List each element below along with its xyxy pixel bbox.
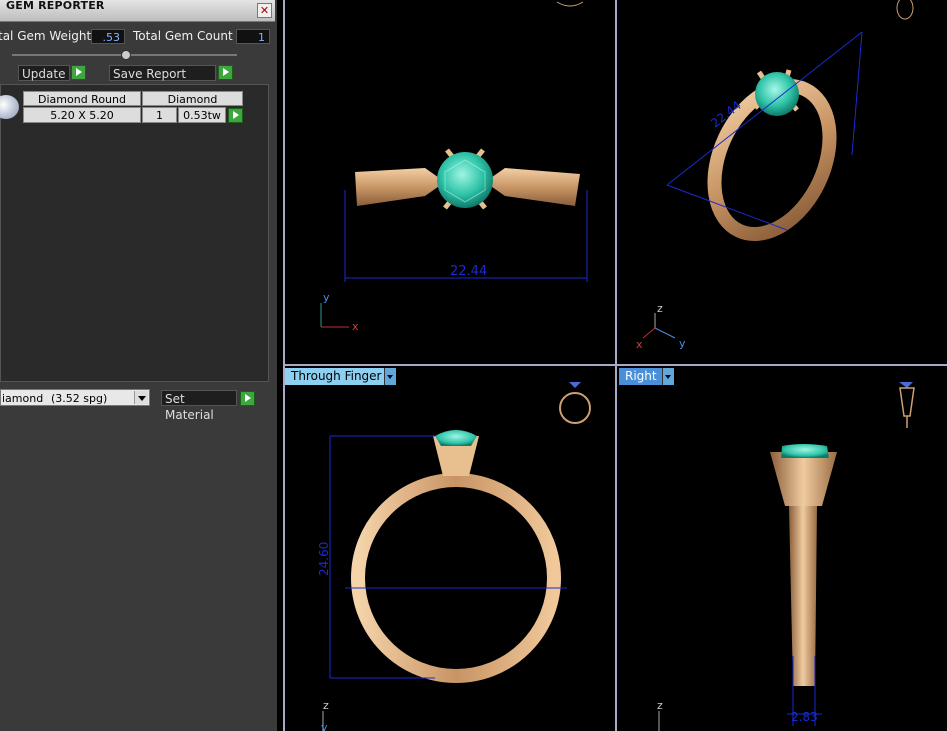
set-material-go-icon[interactable] bbox=[240, 391, 255, 406]
viewport-bottom-left[interactable]: 24.60 z y bbox=[285, 366, 615, 731]
tab-label: Through Finger bbox=[291, 369, 382, 383]
update-button[interactable]: Update bbox=[18, 65, 70, 81]
tab-through-finger[interactable]: Through Finger bbox=[285, 368, 396, 385]
tab-right[interactable]: Right bbox=[619, 368, 674, 385]
total-count-value[interactable]: 1 bbox=[236, 29, 270, 44]
total-weight-label: tal Gem Weight bbox=[0, 29, 92, 43]
ring-front-view bbox=[351, 430, 561, 683]
svg-text:x: x bbox=[352, 320, 359, 333]
total-weight-value[interactable]: .53 bbox=[91, 29, 125, 44]
title-bar: GEM REPORTER ✕ bbox=[0, 0, 275, 22]
slider-handle[interactable] bbox=[121, 50, 131, 60]
update-go-icon[interactable] bbox=[71, 65, 86, 80]
table-cell-size: 5.20 X 5.20 bbox=[23, 107, 141, 123]
dimension-label: 22.44 bbox=[450, 264, 487, 279]
svg-text:y: y bbox=[679, 337, 686, 350]
save-report-go-icon[interactable] bbox=[218, 65, 233, 80]
dimension-label: 24.60 bbox=[317, 542, 331, 576]
small-ring-thumbnail-icon bbox=[899, 382, 915, 428]
svg-text:z: z bbox=[657, 302, 663, 315]
chevron-down-icon[interactable] bbox=[662, 368, 674, 385]
svg-text:y: y bbox=[323, 291, 330, 304]
axis-triad: y x bbox=[320, 291, 359, 333]
panel-title: GEM REPORTER bbox=[6, 0, 105, 12]
gem-reporter-panel: GEM REPORTER ✕ tal Gem Weight .53 Total … bbox=[0, 0, 277, 731]
axis-triad: z x y bbox=[636, 302, 686, 351]
table-header-material: Diamond bbox=[142, 91, 243, 106]
svg-text:z: z bbox=[657, 699, 663, 712]
svg-text:x: x bbox=[636, 338, 643, 351]
viewport-top-left[interactable]: 22.44 y x bbox=[285, 0, 615, 364]
viewport-bottom-right[interactable]: 2.83 z bbox=[617, 366, 947, 731]
axis-triad: z bbox=[657, 699, 663, 731]
chevron-down-icon[interactable] bbox=[134, 391, 148, 404]
small-ring-thumbnail-icon bbox=[559, 382, 591, 424]
axis-triad: z y bbox=[321, 699, 329, 731]
material-spg: (3.52 spg) bbox=[51, 392, 108, 405]
svg-text:z: z bbox=[323, 699, 329, 712]
gem-table: Diamond Round Diamond 5.20 X 5.20 1 0.53… bbox=[0, 84, 269, 382]
viewport-top-right[interactable]: 22.44 z x y bbox=[617, 0, 947, 364]
table-cell-weight: 0.53tw bbox=[178, 107, 226, 123]
table-header-shape: Diamond Round bbox=[23, 91, 141, 106]
save-report-button[interactable]: Save Report bbox=[109, 65, 216, 81]
chevron-down-icon[interactable] bbox=[384, 368, 396, 385]
dimension-label: 2.83 bbox=[791, 710, 818, 724]
material-select[interactable]: iamond (3.52 spg) bbox=[0, 389, 150, 406]
total-count-label: Total Gem Count bbox=[133, 29, 233, 43]
ring-top-view bbox=[355, 148, 580, 210]
small-ring-thumbnail-icon bbox=[896, 0, 914, 20]
tab-label: Right bbox=[625, 369, 657, 383]
material-name: iamond bbox=[2, 392, 44, 405]
row-go-icon[interactable] bbox=[228, 108, 243, 123]
diamond-gem-icon[interactable] bbox=[0, 95, 19, 119]
set-material-button[interactable]: Set Material bbox=[161, 390, 237, 422]
close-icon[interactable]: ✕ bbox=[257, 3, 272, 18]
table-cell-count[interactable]: 1 bbox=[142, 107, 177, 123]
small-ring-thumbnail-icon bbox=[556, 1, 584, 7]
ring-side-view bbox=[770, 444, 837, 686]
svg-text:y: y bbox=[321, 721, 328, 731]
